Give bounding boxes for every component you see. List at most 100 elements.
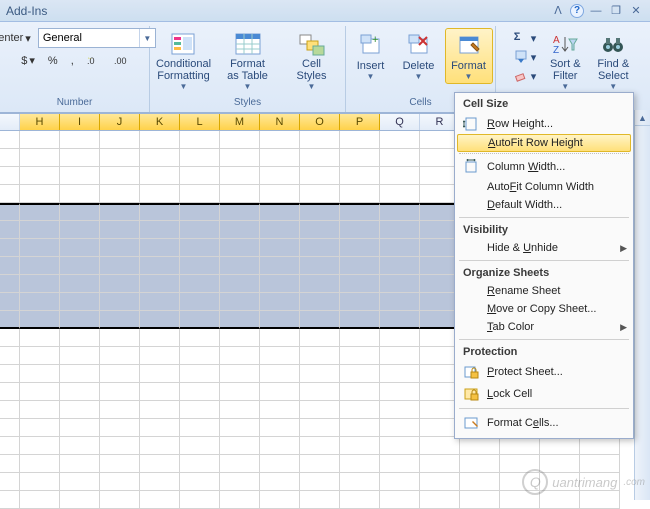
cell[interactable] [340, 473, 380, 491]
cell[interactable] [260, 167, 300, 185]
cell[interactable] [300, 131, 340, 149]
cell[interactable] [340, 455, 380, 473]
close-icon[interactable]: ✕ [628, 3, 644, 19]
cell[interactable] [60, 491, 100, 509]
cell[interactable] [140, 365, 180, 383]
cell[interactable] [460, 455, 500, 473]
column-header[interactable]: O [300, 114, 340, 130]
cell[interactable] [20, 419, 60, 437]
cell[interactable] [140, 293, 180, 311]
cell[interactable] [140, 149, 180, 167]
cell[interactable] [140, 437, 180, 455]
cell[interactable] [220, 185, 260, 203]
cell[interactable] [260, 383, 300, 401]
cell[interactable] [340, 149, 380, 167]
cell[interactable] [260, 149, 300, 167]
cell[interactable] [380, 383, 420, 401]
cell[interactable] [180, 149, 220, 167]
cell[interactable] [180, 473, 220, 491]
cell[interactable] [260, 437, 300, 455]
cell[interactable] [300, 149, 340, 167]
cell[interactable] [100, 401, 140, 419]
cell[interactable] [260, 455, 300, 473]
align-center-button[interactable]: enter ▾ [0, 30, 36, 47]
cell[interactable] [180, 293, 220, 311]
cell[interactable] [220, 131, 260, 149]
number-format-input[interactable] [39, 29, 139, 47]
cell[interactable] [100, 383, 140, 401]
help-icon[interactable]: ? [570, 4, 584, 18]
column-header[interactable]: Q [380, 114, 420, 130]
insert-button[interactable]: + Insert▼ [349, 28, 393, 84]
cell[interactable] [60, 365, 100, 383]
cell[interactable] [260, 473, 300, 491]
delete-button[interactable]: Delete▼ [397, 28, 441, 84]
cell[interactable] [20, 149, 60, 167]
cell[interactable] [0, 293, 20, 311]
cell[interactable] [500, 437, 540, 455]
cell[interactable] [260, 185, 300, 203]
cell[interactable] [60, 185, 100, 203]
cell[interactable] [300, 275, 340, 293]
menu-autofit-column-width[interactable]: AutoFit Column Width AutoFit Column Widt… [455, 178, 633, 196]
cell[interactable] [100, 473, 140, 491]
cell[interactable] [100, 257, 140, 275]
cell[interactable] [380, 401, 420, 419]
format-as-table-button[interactable]: Format as Table▼ [218, 28, 278, 92]
cell[interactable] [140, 167, 180, 185]
menu-tab-color[interactable]: Tab Color ▶ Tab Color [455, 318, 633, 336]
cell[interactable] [100, 365, 140, 383]
cell[interactable] [100, 293, 140, 311]
cell[interactable] [220, 167, 260, 185]
column-header[interactable]: K [140, 114, 180, 130]
cell[interactable] [20, 491, 60, 509]
cell[interactable] [340, 293, 380, 311]
cell[interactable] [380, 239, 420, 257]
column-header[interactable]: L [180, 114, 220, 130]
cell[interactable] [0, 455, 20, 473]
cell[interactable] [220, 149, 260, 167]
column-header[interactable]: M [220, 114, 260, 130]
cell[interactable] [260, 365, 300, 383]
cell[interactable] [300, 239, 340, 257]
cell[interactable] [260, 311, 300, 329]
cell[interactable] [0, 491, 20, 509]
cell[interactable] [180, 437, 220, 455]
cell[interactable] [100, 275, 140, 293]
cell[interactable] [140, 419, 180, 437]
cell[interactable] [60, 311, 100, 329]
vertical-scrollbar[interactable]: ▲ [634, 110, 650, 500]
cell[interactable] [260, 239, 300, 257]
cell[interactable] [420, 437, 460, 455]
cell[interactable] [180, 401, 220, 419]
cell[interactable] [20, 239, 60, 257]
menu-row-height[interactable]: Row Row Height...Height... [455, 113, 633, 135]
cell[interactable] [60, 347, 100, 365]
cell[interactable] [300, 293, 340, 311]
clear-button[interactable]: ▾ [511, 68, 540, 84]
cell[interactable] [260, 401, 300, 419]
cell[interactable] [540, 437, 580, 455]
cell[interactable] [220, 383, 260, 401]
cell[interactable] [60, 149, 100, 167]
cell[interactable] [300, 455, 340, 473]
autosum-button[interactable]: Σ▾ [511, 30, 540, 46]
cell[interactable] [20, 383, 60, 401]
cell[interactable] [180, 275, 220, 293]
percent-button[interactable]: % [43, 52, 63, 69]
cell[interactable] [0, 401, 20, 419]
cell[interactable] [180, 347, 220, 365]
cell[interactable] [300, 347, 340, 365]
cell[interactable] [0, 221, 20, 239]
cell[interactable] [140, 221, 180, 239]
cell[interactable] [220, 491, 260, 509]
cell[interactable] [100, 239, 140, 257]
cell[interactable] [0, 275, 20, 293]
menu-default-width[interactable]: Default Width... Default Width... [455, 196, 633, 214]
cell[interactable] [220, 329, 260, 347]
comma-button[interactable]: , [66, 52, 79, 69]
format-button[interactable]: Format▼ [445, 28, 493, 84]
cell[interactable] [60, 401, 100, 419]
column-header[interactable] [0, 114, 20, 130]
restore-icon[interactable]: ❐ [608, 3, 624, 19]
